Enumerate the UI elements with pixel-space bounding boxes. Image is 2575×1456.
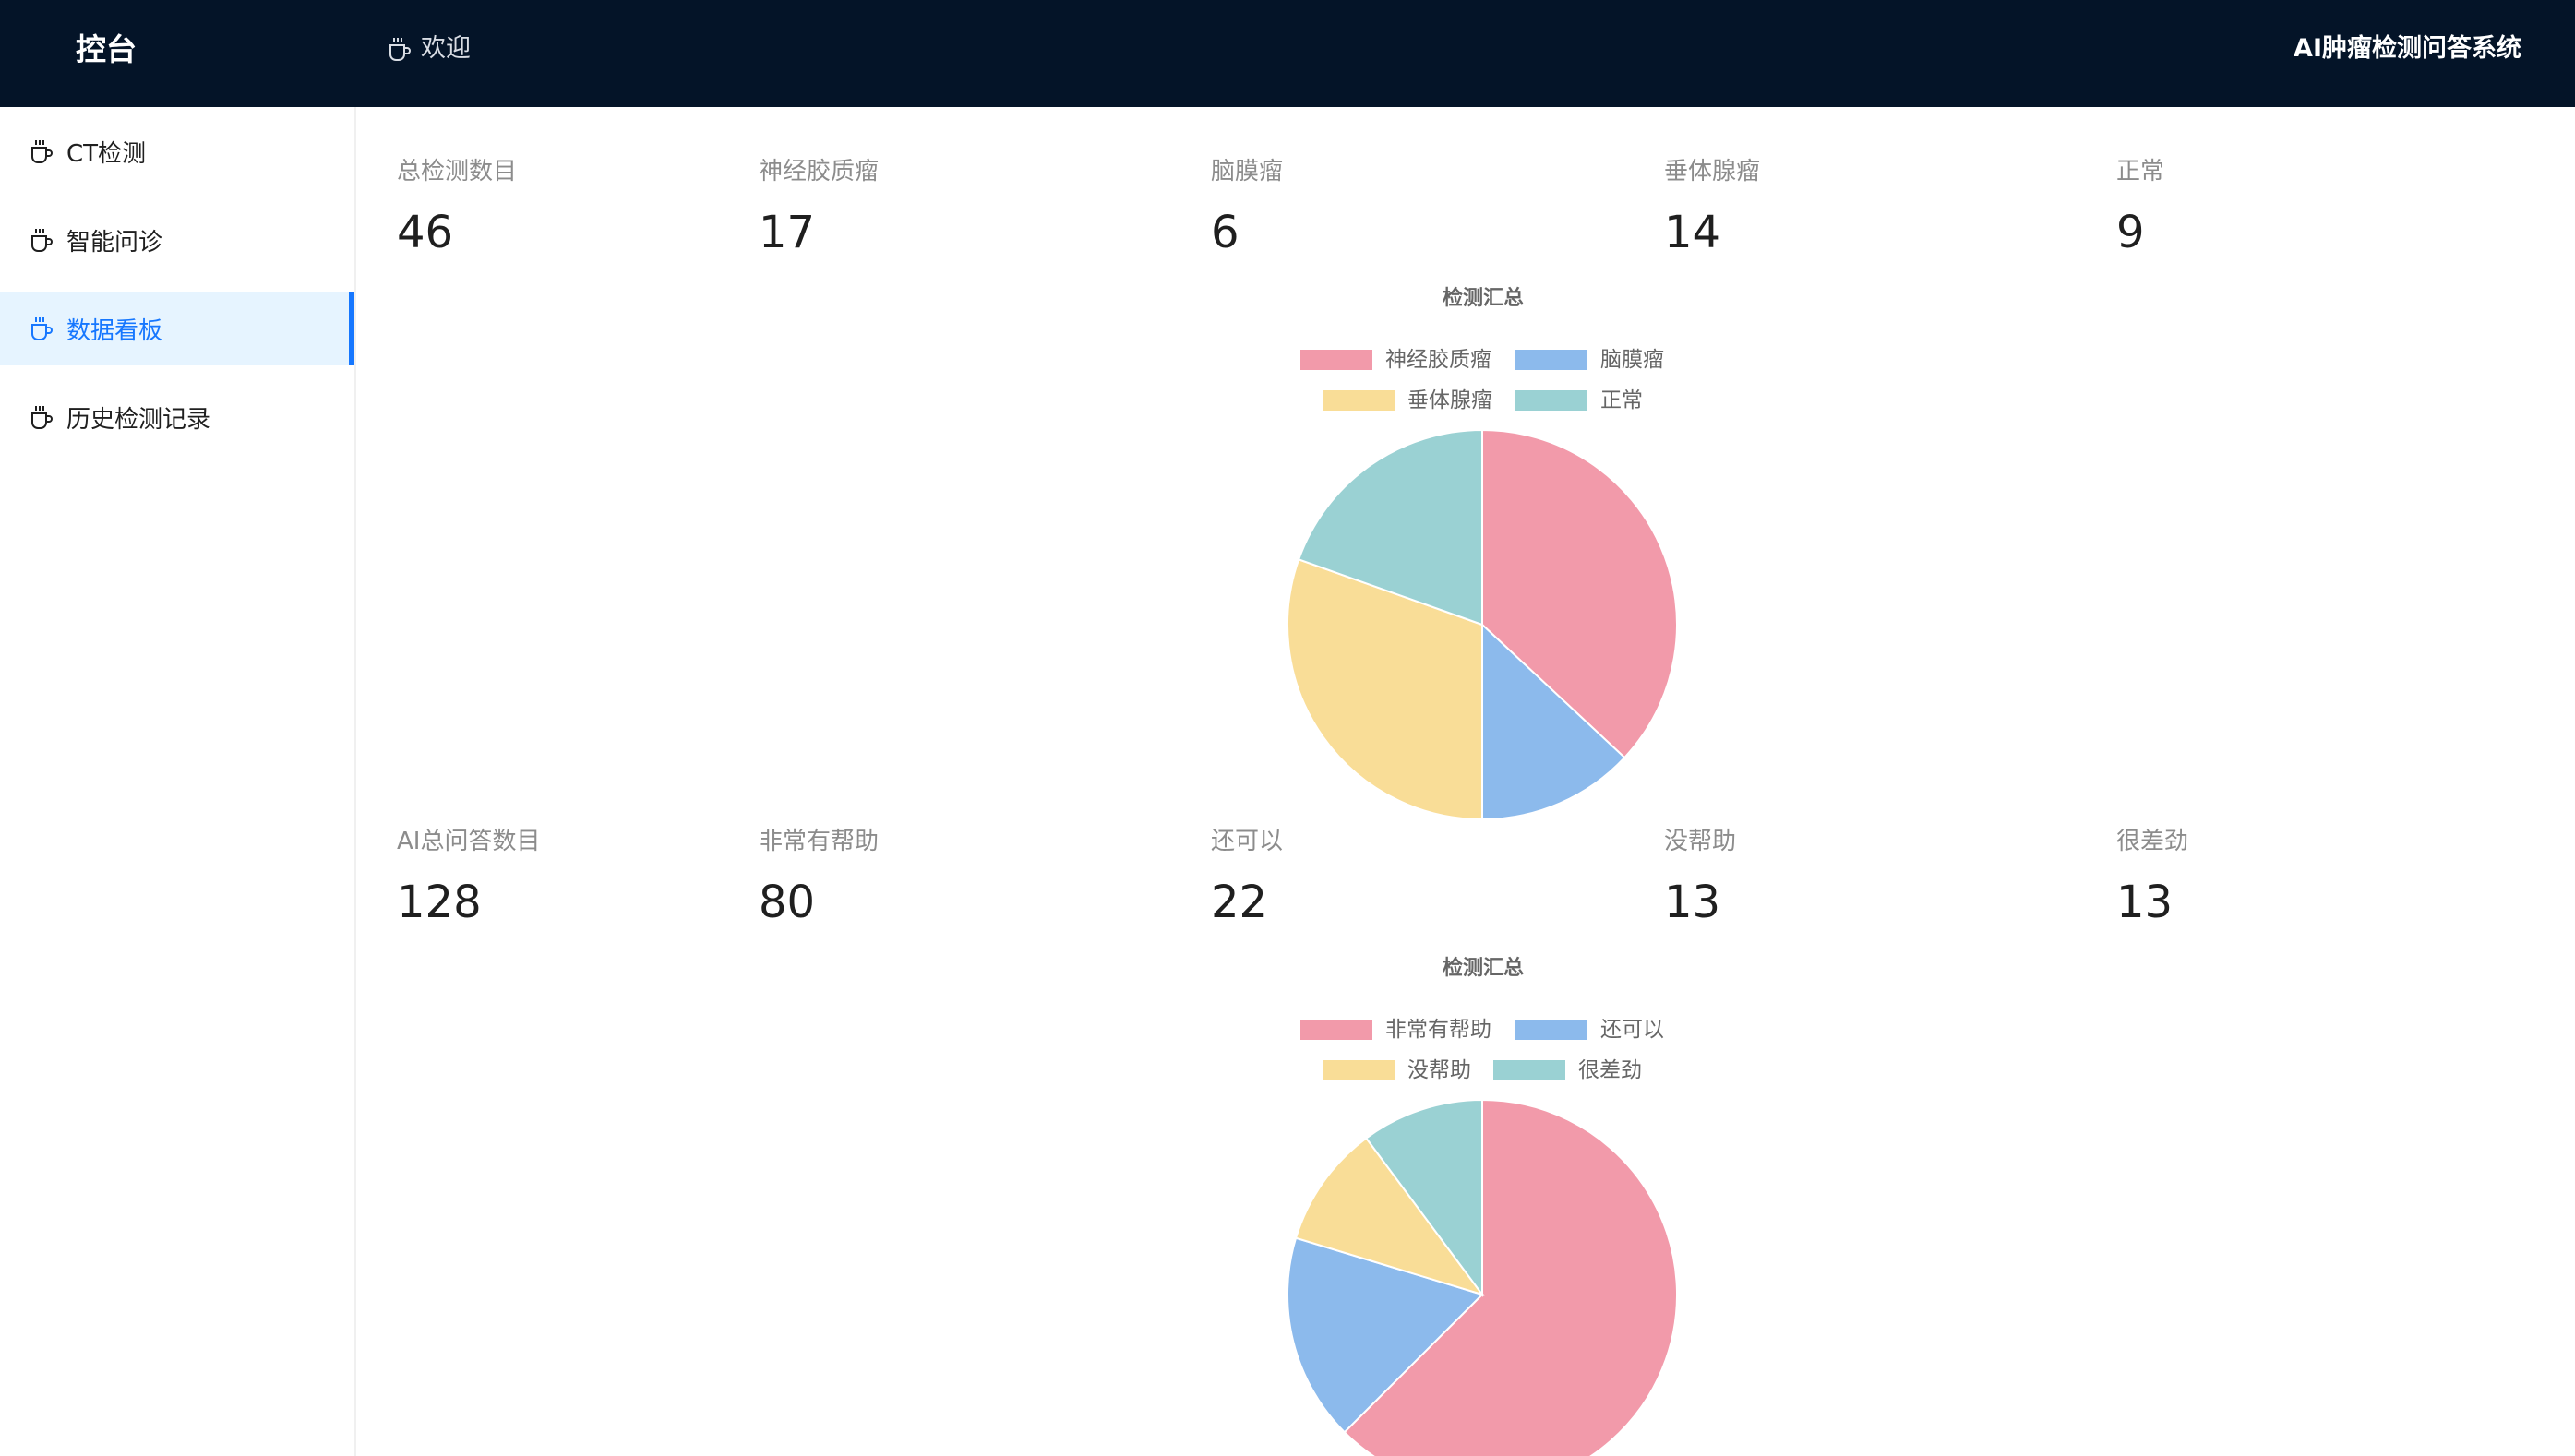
- legend-label: 很差劲: [1578, 1058, 1642, 1082]
- stat-label-total-qa: AI总问答数目: [397, 828, 541, 855]
- welcome-link[interactable]: 欢迎: [388, 30, 471, 68]
- legend-item[interactable]: 没帮助: [1323, 1056, 1471, 1084]
- stat-label-meningioma: 脑膜瘤: [1211, 158, 1284, 185]
- stat-value-not-helpful: 13: [1664, 877, 1721, 928]
- stat-label-very-helpful: 非常有帮助: [759, 828, 880, 855]
- legend-item[interactable]: 还可以: [1515, 1016, 1664, 1044]
- legend-swatch: [1323, 390, 1395, 411]
- legend-item[interactable]: 正常: [1515, 387, 1643, 414]
- legend-swatch: [1515, 1020, 1587, 1040]
- legend-item[interactable]: 很差劲: [1493, 1056, 1642, 1084]
- stat-label-not-helpful: 没帮助: [1664, 828, 1737, 855]
- sidebar-item-label: CT检测: [66, 139, 147, 168]
- legend-label: 脑膜瘤: [1600, 348, 1664, 372]
- pie-chart-detection[interactable]: [1285, 427, 1680, 822]
- sidebar-item-label: 数据看板: [66, 316, 163, 345]
- sidebar-item-history-records[interactable]: 历史检测记录: [0, 380, 354, 454]
- system-title: AI肿瘤检测问答系统: [2294, 34, 2521, 63]
- legend-swatch: [1515, 390, 1587, 411]
- legend-swatch: [1515, 350, 1587, 370]
- top-header: 控台 欢迎 AI肿瘤检测问答系统: [0, 0, 2575, 107]
- stat-label-okay: 还可以: [1211, 828, 1284, 855]
- coffee-cup-icon: [31, 317, 53, 340]
- coffee-cup-icon: [31, 229, 53, 252]
- stat-value-very-bad: 13: [2116, 877, 2174, 928]
- legend-label: 垂体腺瘤: [1407, 388, 1492, 412]
- stat-label-pituitary: 垂体腺瘤: [1664, 158, 1761, 185]
- chart-title: 检测汇总: [1442, 957, 1524, 980]
- stat-label-total-detections: 总检测数目: [397, 158, 518, 185]
- stat-value-total-qa: 128: [397, 877, 482, 928]
- sidebar: CT检测 智能问诊 数据看板 历史检测记录: [0, 107, 356, 1456]
- stat-label-glioma: 神经胶质瘤: [759, 158, 880, 185]
- legend-item[interactable]: 神经胶质瘤: [1300, 346, 1491, 374]
- coffee-cup-icon: [389, 38, 411, 61]
- legend-item[interactable]: 非常有帮助: [1300, 1016, 1491, 1044]
- stat-value-okay: 22: [1211, 877, 1268, 928]
- legend-label: 正常: [1600, 388, 1643, 412]
- sidebar-item-ct-detection[interactable]: CT检测: [0, 114, 354, 188]
- stat-value-normal: 9: [2116, 207, 2145, 258]
- stat-value-pituitary: 14: [1664, 207, 1721, 258]
- sidebar-item-data-dashboard[interactable]: 数据看板: [0, 292, 354, 365]
- chart-title: 检测汇总: [1442, 287, 1524, 310]
- coffee-cup-icon: [31, 140, 53, 163]
- brand-title: 控台: [76, 31, 137, 67]
- legend-swatch: [1300, 1020, 1372, 1040]
- legend-item[interactable]: 垂体腺瘤: [1323, 387, 1492, 414]
- legend-label: 神经胶质瘤: [1385, 348, 1491, 372]
- sidebar-item-smart-consultation[interactable]: 智能问诊: [0, 203, 354, 277]
- stat-value-total-detections: 46: [397, 207, 454, 258]
- legend-item[interactable]: 脑膜瘤: [1515, 346, 1664, 374]
- sidebar-item-label: 智能问诊: [66, 228, 163, 257]
- coffee-cup-icon: [31, 406, 53, 429]
- stat-value-very-helpful: 80: [759, 877, 816, 928]
- stat-value-meningioma: 6: [1211, 207, 1240, 258]
- stat-value-glioma: 17: [759, 207, 816, 258]
- legend-swatch: [1300, 350, 1372, 370]
- legend-label: 非常有帮助: [1385, 1018, 1491, 1042]
- legend-label: 还可以: [1600, 1018, 1664, 1042]
- welcome-label: 欢迎: [421, 34, 471, 63]
- legend-label: 没帮助: [1407, 1058, 1471, 1082]
- legend-swatch: [1493, 1060, 1565, 1080]
- stat-label-normal: 正常: [2116, 158, 2165, 185]
- sidebar-item-label: 历史检测记录: [66, 405, 211, 434]
- legend-swatch: [1323, 1060, 1395, 1080]
- stat-label-very-bad: 很差劲: [2116, 828, 2189, 855]
- pie-chart-qa-feedback[interactable]: [1285, 1097, 1680, 1456]
